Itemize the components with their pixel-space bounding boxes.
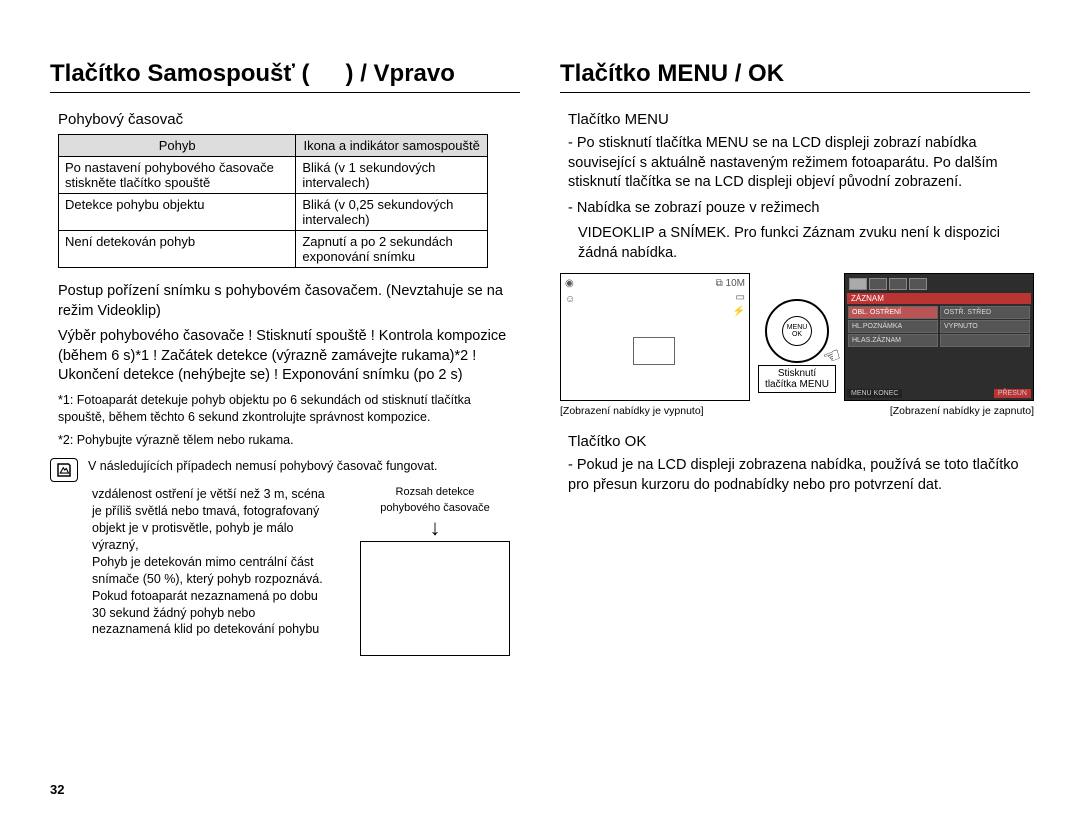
menu-button-subhead: Tlačítko MENU — [568, 111, 1030, 128]
menu-desc-3: VIDEOKLIP a SNÍMEK. Pro funkci Záznam zv… — [578, 224, 1030, 263]
lcd-on-block: ZÁZNAM OBL. OSTŘENÍ OSTŘ. STŘED HL.POZNÁ… — [844, 273, 1034, 417]
lcd-on-screen: ZÁZNAM OBL. OSTŘENÍ OSTŘ. STŘED HL.POZNÁ… — [844, 273, 1034, 401]
caption-menu-off: [Zobrazení nabídky je vypnuto] — [560, 405, 750, 417]
left-column: Tlačítko Samospoušť ( ) / Vpravo Pohybový… — [50, 60, 520, 656]
menu-item: OBL. OSTŘENÍ — [848, 306, 938, 319]
menu-item: HLAS.ZÁZNAM — [848, 334, 938, 347]
lcd-off-screen: ◉ ☺ ⧉ 10M ▭ ⚡ — [560, 273, 750, 401]
menu-desc-1: - Po stisknutí tlačítka MENU se na LCD d… — [568, 134, 1030, 193]
face-detect-icon: ☺ — [565, 294, 575, 305]
image-size-icon: ⧉ 10M — [716, 278, 745, 289]
ok-button-subhead: Tlačítko OK — [568, 433, 1030, 450]
menu-foot-move: PŘESUN — [994, 389, 1031, 398]
control-wheel-icon: MENU OK ☜ — [765, 299, 829, 363]
menu-tab-icon — [889, 278, 907, 290]
menu-figure-row: ◉ ☺ ⧉ 10M ▭ ⚡ [Zobrazení nabídky je vypn… — [560, 273, 1030, 417]
menu-foot-exit: MENU KONEC — [847, 389, 902, 398]
footnote-1: *1: Fotoaparát detekuje pohyb objektu po… — [58, 392, 520, 426]
caption-menu-on: [Zobrazení nabídky je zapnuto] — [844, 405, 1034, 417]
press-menu-label: Stisknutí tlačítka MENU — [758, 365, 836, 393]
table-header-icon: Ikona a indikátor samospouště — [296, 135, 488, 157]
heading-selftimer: Tlačítko Samospoušť ( ) / Vpravo — [50, 60, 520, 93]
lcd-off-block: ◉ ☺ ⧉ 10M ▭ ⚡ [Zobrazení nabídky je vypn… — [560, 273, 750, 417]
focus-bracket-icon — [633, 337, 675, 365]
control-wheel-figure: MENU OK ☜ Stisknutí tlačítka MENU — [758, 273, 836, 393]
ok-desc: - Pokud je na LCD displeji zobrazena nab… — [568, 456, 1030, 495]
menu-section-band: ZÁZNAM — [847, 293, 1031, 304]
heading-prefix: Tlačítko Samospoušť ( — [50, 60, 310, 87]
wheel-ok-label: OK — [792, 331, 802, 338]
menu-tab-icon — [849, 278, 867, 290]
detection-caption-2: pohybového časovače — [350, 502, 520, 515]
footnote-2: *2: Pohybujte výrazně tělem nebo rukama. — [58, 432, 520, 449]
camera-mode-icon: ◉ — [565, 278, 574, 289]
page-number: 32 — [50, 782, 64, 797]
procedure-intro: Postup pořízení snímku s pohybovém časov… — [58, 282, 520, 321]
menu-value — [940, 334, 1030, 347]
detection-caption-1: Rozsah detekce — [350, 486, 520, 499]
menu-value: VYPNUTO — [940, 320, 1030, 333]
table-row: Detekce pohybu objektu Bliká (v 0,25 sek… — [59, 194, 488, 231]
table-header-motion: Pohyb — [59, 135, 296, 157]
down-arrow-icon: ↓ — [350, 517, 520, 539]
menu-item: HL.POZNÁMKA — [848, 320, 938, 333]
table-row: Po nastavení pohybového časovače stiskně… — [59, 157, 488, 194]
heading-menu-ok: Tlačítko MENU / OK — [560, 60, 1030, 93]
detection-range-rect — [360, 541, 510, 656]
menu-value: OSTŘ. STŘED — [940, 306, 1030, 319]
note-icon — [50, 458, 78, 482]
flash-icon: ⚡ — [733, 306, 745, 317]
heading-suffix: ) / Vpravo — [346, 60, 455, 87]
motion-timer-subhead: Pohybový časovač — [58, 111, 520, 128]
detection-range-figure: Rozsah detekce pohybového časovače ↓ — [350, 486, 520, 655]
menu-tab-icon — [909, 278, 927, 290]
motion-timer-table: Pohyb Ikona a indikátor samospouště Po n… — [58, 134, 488, 268]
note-intro: V následujících případech nemusí pohybov… — [88, 458, 438, 475]
table-row: Není detekován pohyb Zapnutí a po 2 seku… — [59, 231, 488, 268]
menu-tab-icon — [869, 278, 887, 290]
menu-desc-2: - Nabídka se zobrazí pouze v režimech — [568, 199, 1030, 219]
right-column: Tlačítko MENU / OK Tlačítko MENU - Po st… — [560, 60, 1030, 656]
procedure-steps: Výběr pohybového časovače ! Stisknutí sp… — [58, 327, 520, 386]
note-body: vzdálenost ostření je větší než 3 m, scé… — [92, 486, 332, 655]
wheel-menu-label: MENU — [787, 324, 808, 331]
quality-icon: ▭ — [736, 292, 745, 303]
